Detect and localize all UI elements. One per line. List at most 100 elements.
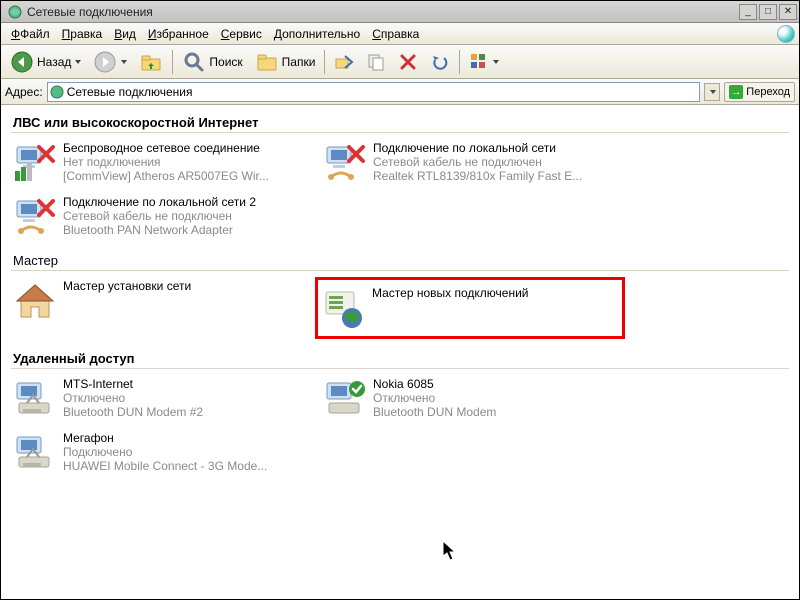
folders-icon: [255, 50, 279, 74]
menu-tools[interactable]: Сервис: [215, 25, 268, 43]
connection-name: Подключение по локальной сети: [373, 141, 582, 155]
connection-name: Подключение по локальной сети 2: [63, 195, 256, 209]
menu-edit[interactable]: Правка: [56, 25, 109, 43]
toolbar: Назад Поиск Папки: [1, 45, 799, 79]
connection-status: Подключено: [63, 445, 267, 459]
views-button[interactable]: [464, 48, 504, 76]
views-icon: [469, 52, 489, 72]
separator: [324, 50, 325, 74]
forward-icon: [93, 50, 117, 74]
connection-item[interactable]: Подключение по локальной сетиСетевой каб…: [321, 139, 631, 187]
connection-status: Отключено: [373, 391, 496, 405]
connection-name: MTS-Internet: [63, 377, 203, 391]
section-wizard-header: Мастер: [11, 247, 789, 271]
minimize-button[interactable]: _: [739, 4, 757, 20]
modem-icon: [13, 377, 57, 421]
content-area: ЛВС или высокоскоростной Интернет Беспро…: [1, 105, 799, 599]
dialup-items: MTS-InternetОтключеноBluetooth DUN Modem…: [11, 375, 789, 483]
connection-status: Отключено: [63, 391, 203, 405]
section-lan-header: ЛВС или высокоскоростной Интернет: [11, 109, 789, 133]
connection-text: Мастер новых подключений: [372, 286, 528, 300]
separator: [172, 50, 173, 74]
window-buttons: _ □ ✕: [739, 4, 797, 20]
chevron-down-icon: [75, 60, 81, 64]
modem-icon: [13, 431, 57, 475]
connection-name: Мегафон: [63, 431, 267, 445]
connection-text: Мастер установки сети: [63, 279, 191, 293]
wizard-connection-icon: [322, 286, 366, 330]
maximize-button[interactable]: □: [759, 4, 777, 20]
undo-button[interactable]: [425, 48, 455, 76]
back-icon: [10, 50, 34, 74]
connection-text: МегафонПодключеноHUAWEI Mobile Connect -…: [63, 431, 267, 473]
connection-item[interactable]: Беспроводное сетевое соединениеНет подкл…: [11, 139, 321, 187]
connection-text: Беспроводное сетевое соединениеНет подкл…: [63, 141, 269, 183]
undo-icon: [430, 52, 450, 72]
house-icon: [13, 279, 57, 323]
menubar: ФФайл Правка Вид Избранное Сервис Дополн…: [1, 23, 799, 45]
connection-item[interactable]: МегафонПодключеноHUAWEI Mobile Connect -…: [11, 429, 321, 477]
chevron-down-icon: [710, 90, 716, 94]
back-button[interactable]: Назад: [5, 48, 86, 76]
connection-item[interactable]: Мастер новых подключений: [315, 277, 625, 339]
search-button[interactable]: Поиск: [177, 48, 247, 76]
search-icon: [182, 50, 206, 74]
address-dropdown[interactable]: [704, 83, 720, 101]
chevron-down-icon: [121, 60, 127, 64]
address-value: Сетевые подключения: [67, 85, 193, 99]
menu-help[interactable]: Справка: [366, 25, 425, 43]
menu-view[interactable]: Вид: [108, 25, 142, 43]
connection-status: Сетевой кабель не подключен: [373, 155, 582, 169]
forward-button[interactable]: [88, 48, 132, 76]
app-icon: [7, 4, 23, 20]
connection-item[interactable]: Подключение по локальной сети 2Сетевой к…: [11, 193, 321, 241]
copy-to-button[interactable]: [361, 48, 391, 76]
connection-item[interactable]: MTS-InternetОтключеноBluetooth DUN Modem…: [11, 375, 321, 423]
move-to-button[interactable]: [329, 48, 359, 76]
close-button[interactable]: ✕: [779, 4, 797, 20]
connection-name: Nokia 6085: [373, 377, 496, 391]
lan-disconnected-icon: [323, 141, 367, 185]
connection-status: Сетевой кабель не подключен: [63, 209, 256, 223]
address-field[interactable]: Сетевые подключения: [47, 82, 701, 102]
up-button[interactable]: [134, 48, 168, 76]
connection-text: Nokia 6085ОтключеноBluetooth DUN Modem: [373, 377, 496, 419]
connection-name: Мастер новых подключений: [372, 286, 528, 300]
titlebar: Сетевые подключения _ □ ✕: [1, 1, 799, 23]
throbber-icon: [777, 25, 795, 43]
lan-disconnected-icon: [13, 195, 57, 239]
address-bar: Адрес: Сетевые подключения → Переход: [1, 79, 799, 105]
address-label: Адрес:: [5, 85, 43, 99]
wifi-disconnected-icon: [13, 141, 57, 185]
connection-name: Мастер установки сети: [63, 279, 191, 293]
menu-file[interactable]: ФФайл: [5, 25, 56, 43]
connection-text: Подключение по локальной сети 2Сетевой к…: [63, 195, 256, 237]
lan-items: Беспроводное сетевое соединениеНет подкл…: [11, 139, 789, 247]
location-icon: [50, 85, 64, 99]
connection-name: Беспроводное сетевое соединение: [63, 141, 269, 155]
go-arrow-icon: →: [729, 85, 743, 99]
connection-device: Bluetooth DUN Modem: [373, 405, 496, 419]
window-title: Сетевые подключения: [27, 5, 739, 19]
go-button[interactable]: → Переход: [724, 82, 795, 102]
connection-text: MTS-InternetОтключеноBluetooth DUN Modem…: [63, 377, 203, 419]
connection-device: Bluetooth PAN Network Adapter: [63, 223, 256, 237]
chevron-down-icon: [493, 60, 499, 64]
menu-favorites[interactable]: Избранное: [142, 25, 215, 43]
connection-device: [CommView] Atheros AR5007EG Wir...: [63, 169, 269, 183]
connection-status: Нет подключения: [63, 155, 269, 169]
delete-icon: [398, 52, 418, 72]
connection-device: Realtek RTL8139/810x Family Fast E...: [373, 169, 582, 183]
wizard-items: Мастер установки сети Мастер новых подкл…: [11, 277, 789, 345]
connection-device: Bluetooth DUN Modem #2: [63, 405, 203, 419]
separator: [459, 50, 460, 74]
menu-advanced[interactable]: Дополнительно: [268, 25, 366, 43]
connection-item[interactable]: Nokia 6085ОтключеноBluetooth DUN Modem: [321, 375, 631, 423]
connection-item[interactable]: Мастер установки сети: [11, 277, 321, 339]
delete-button[interactable]: [393, 48, 423, 76]
copy-icon: [366, 52, 386, 72]
folders-button[interactable]: Папки: [250, 48, 321, 76]
folder-up-icon: [139, 50, 163, 74]
connection-text: Подключение по локальной сетиСетевой каб…: [373, 141, 582, 183]
section-dialup-header: Удаленный доступ: [11, 345, 789, 369]
